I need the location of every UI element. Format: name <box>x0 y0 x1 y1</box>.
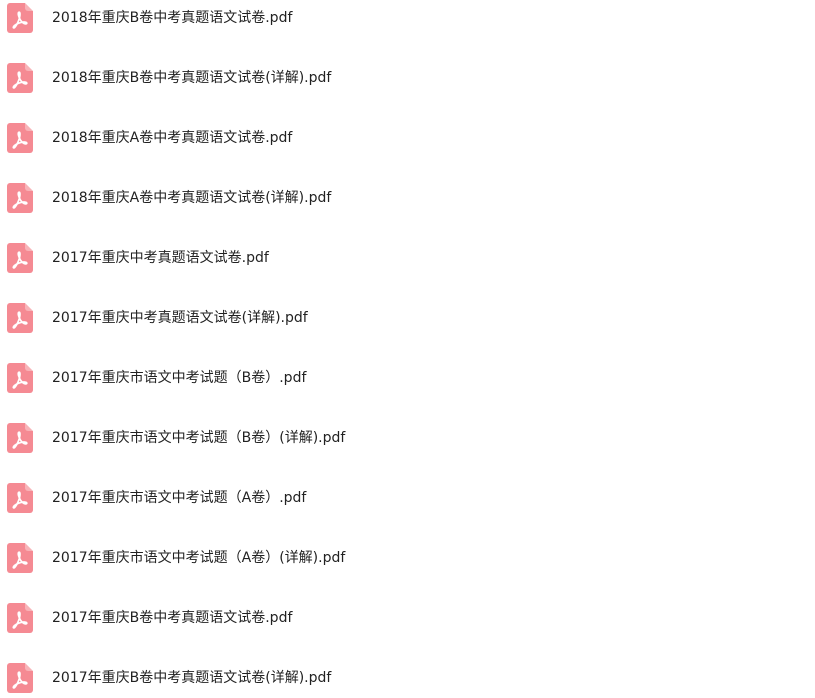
file-name[interactable]: 2018年重庆A卷中考真题语文试卷.pdf <box>52 128 292 148</box>
file-row[interactable]: 2018年重庆B卷中考真题语文试卷(详解).pdf <box>0 58 815 98</box>
file-name[interactable]: 2017年重庆市语文中考试题（A卷）.pdf <box>52 488 306 508</box>
file-row[interactable]: 2017年重庆市语文中考试题（B卷）.pdf <box>0 358 815 398</box>
file-row[interactable]: 2017年重庆市语文中考试题（A卷）(详解).pdf <box>0 538 815 578</box>
file-name[interactable]: 2017年重庆中考真题语文试卷.pdf <box>52 248 269 268</box>
pdf-file-icon <box>7 603 33 633</box>
file-row[interactable]: 2017年重庆中考真题语文试卷.pdf <box>0 238 815 278</box>
pdf-file-icon <box>7 3 33 33</box>
pdf-file-icon <box>7 63 33 93</box>
file-row[interactable]: 2017年重庆市语文中考试题（B卷）(详解).pdf <box>0 418 815 458</box>
file-list: 2018年重庆B卷中考真题语文试卷.pdf 2018年重庆B卷中考真题语文试卷(… <box>0 0 815 698</box>
pdf-file-icon <box>7 183 33 213</box>
file-name[interactable]: 2017年重庆市语文中考试题（A卷）(详解).pdf <box>52 548 345 568</box>
file-name[interactable]: 2018年重庆A卷中考真题语文试卷(详解).pdf <box>52 188 331 208</box>
file-row[interactable]: 2017年重庆中考真题语文试卷(详解).pdf <box>0 298 815 338</box>
pdf-file-icon <box>7 543 33 573</box>
file-name[interactable]: 2017年重庆中考真题语文试卷(详解).pdf <box>52 308 308 328</box>
file-row[interactable]: 2018年重庆A卷中考真题语文试卷(详解).pdf <box>0 178 815 218</box>
pdf-file-icon <box>7 423 33 453</box>
file-row[interactable]: 2018年重庆B卷中考真题语文试卷.pdf <box>0 0 815 38</box>
pdf-file-icon <box>7 303 33 333</box>
file-row[interactable]: 2017年重庆市语文中考试题（A卷）.pdf <box>0 478 815 518</box>
file-name[interactable]: 2017年重庆B卷中考真题语文试卷(详解).pdf <box>52 668 331 688</box>
file-row[interactable]: 2017年重庆B卷中考真题语文试卷.pdf <box>0 598 815 638</box>
pdf-file-icon <box>7 123 33 153</box>
file-name[interactable]: 2018年重庆B卷中考真题语文试卷.pdf <box>52 8 292 28</box>
file-row[interactable]: 2017年重庆B卷中考真题语文试卷(详解).pdf <box>0 658 815 698</box>
pdf-file-icon <box>7 483 33 513</box>
pdf-file-icon <box>7 363 33 393</box>
file-name[interactable]: 2018年重庆B卷中考真题语文试卷(详解).pdf <box>52 68 331 88</box>
file-name[interactable]: 2017年重庆市语文中考试题（B卷）.pdf <box>52 368 306 388</box>
file-row[interactable]: 2018年重庆A卷中考真题语文试卷.pdf <box>0 118 815 158</box>
file-name[interactable]: 2017年重庆市语文中考试题（B卷）(详解).pdf <box>52 428 345 448</box>
pdf-file-icon <box>7 243 33 273</box>
file-name[interactable]: 2017年重庆B卷中考真题语文试卷.pdf <box>52 608 292 628</box>
pdf-file-icon <box>7 663 33 693</box>
